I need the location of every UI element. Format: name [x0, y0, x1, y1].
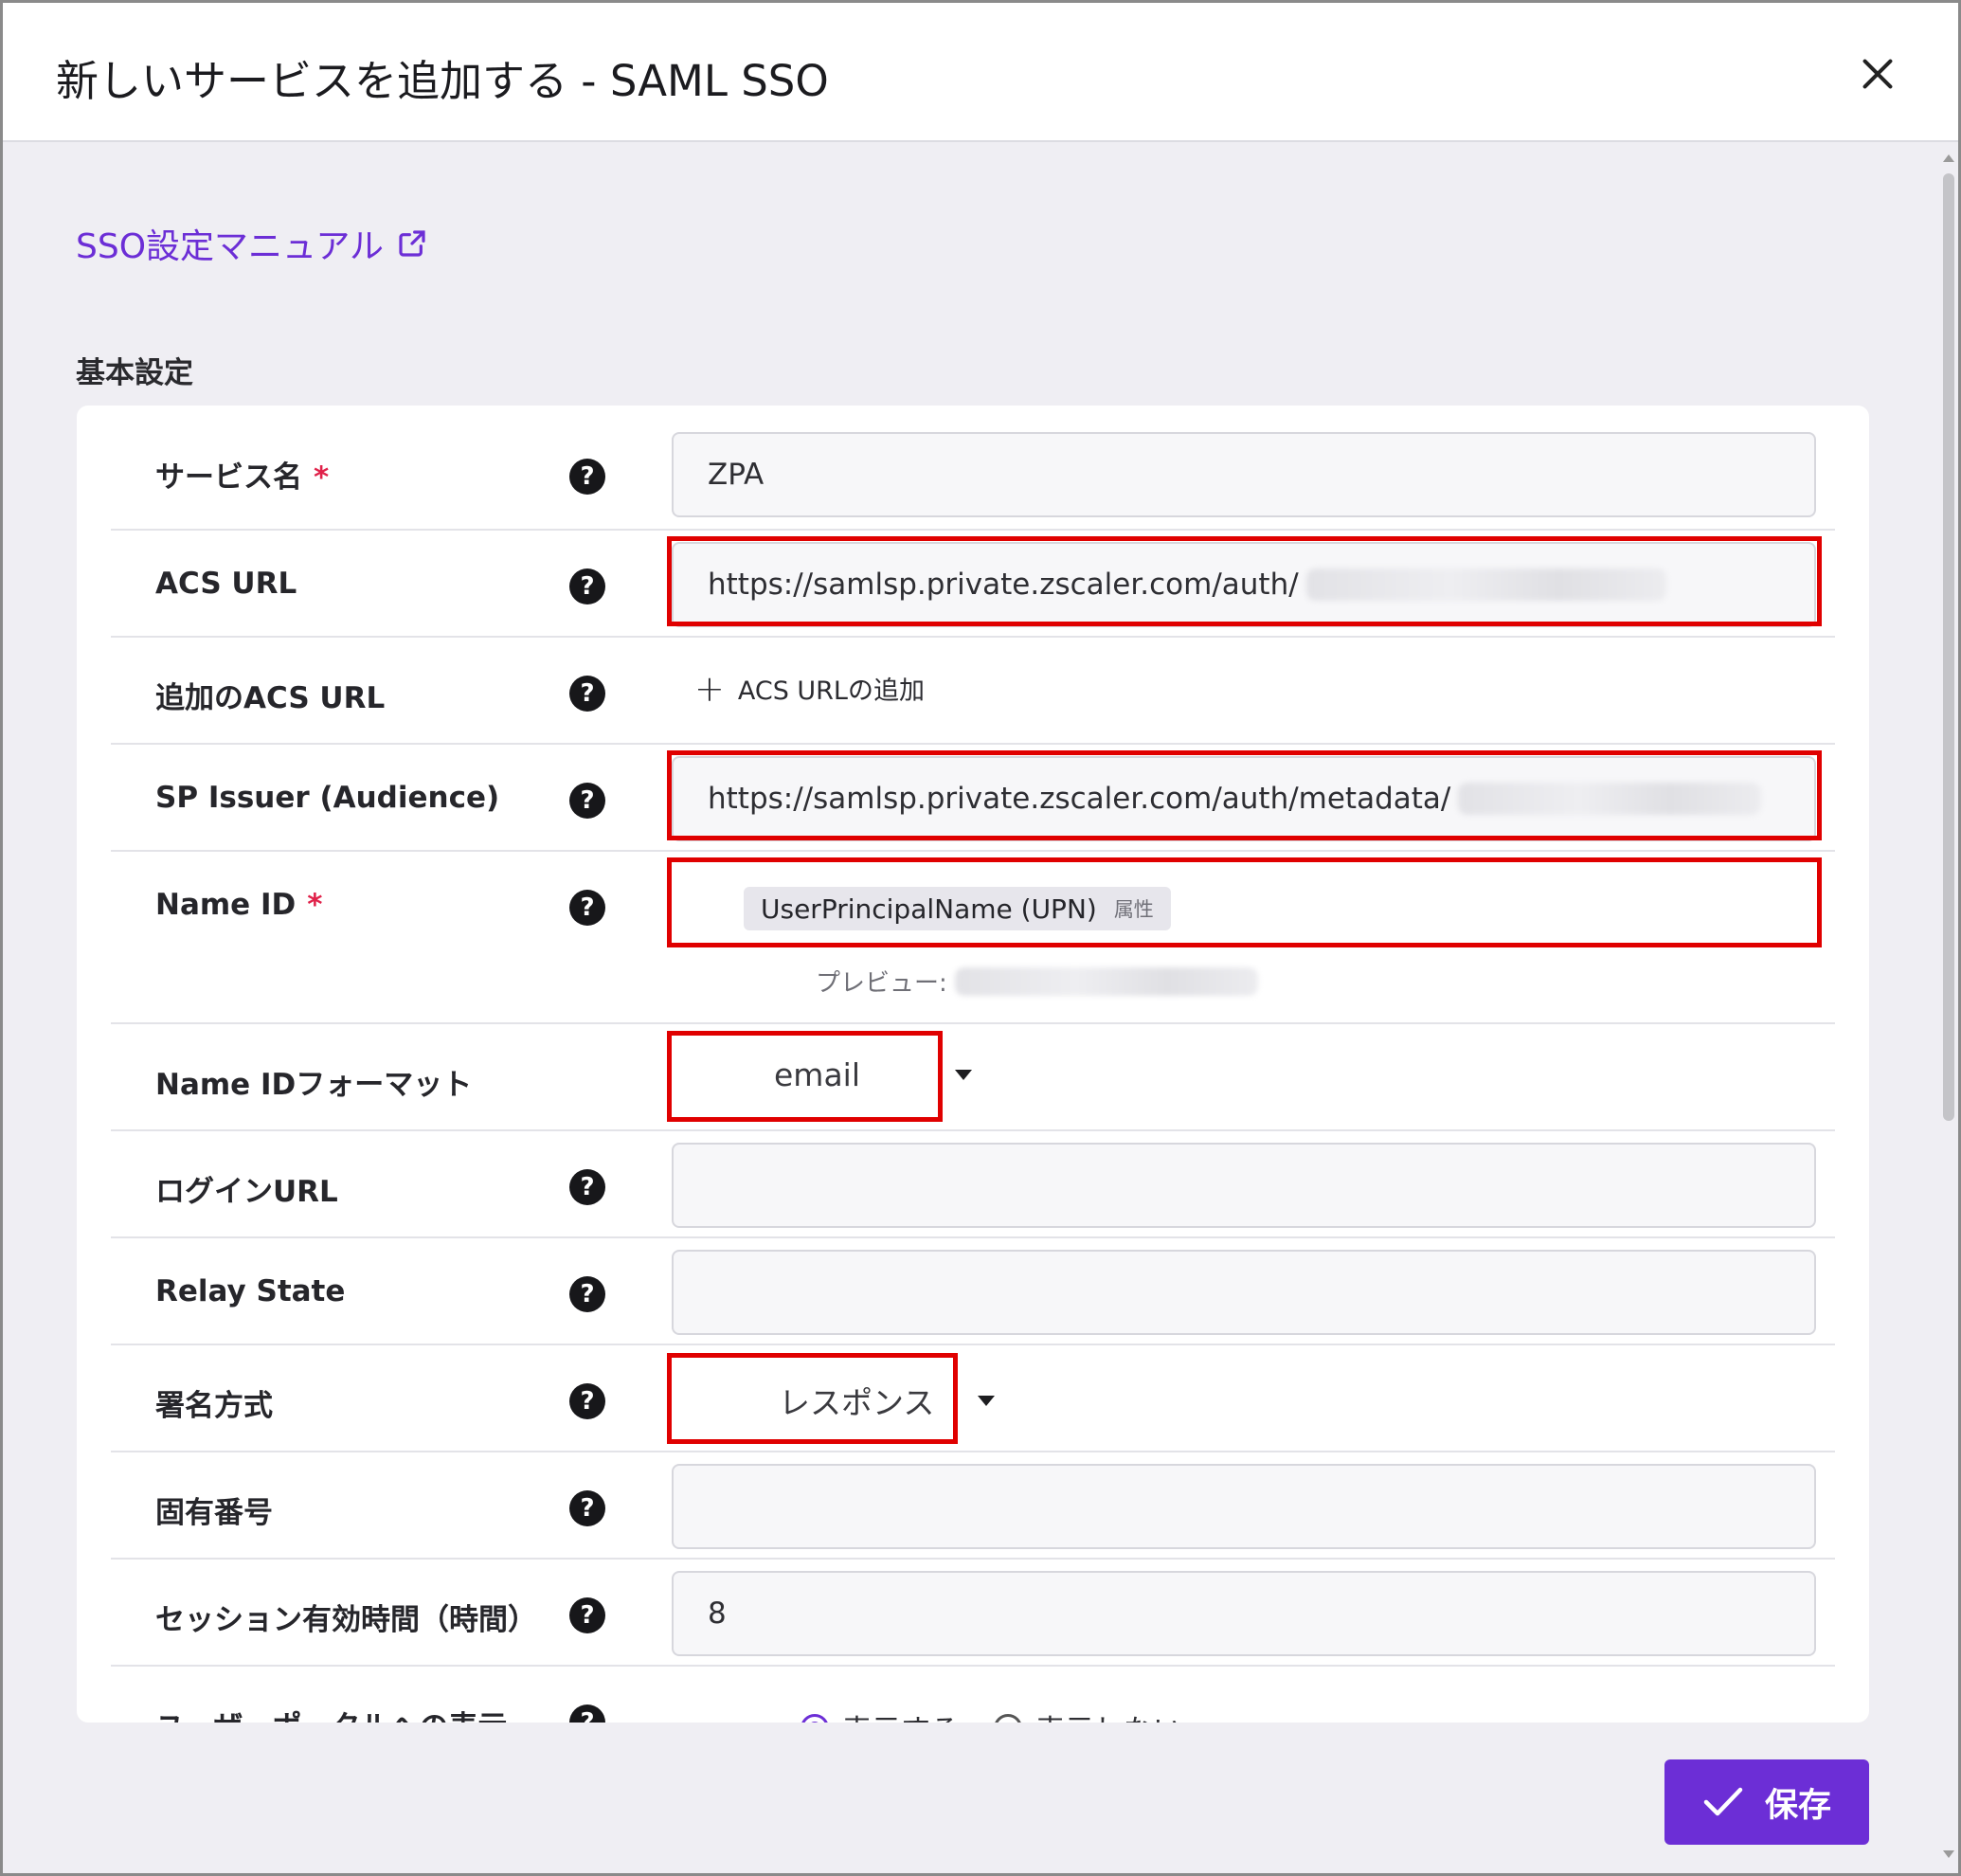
preview-label: プレビュー: — [816, 969, 947, 998]
required-marker: * — [314, 460, 330, 495]
login-url-input[interactable] — [672, 1143, 1816, 1228]
scroll-thumb[interactable] — [1943, 173, 1954, 1121]
help-icon[interactable]: ? — [569, 1169, 605, 1205]
row-sp-issuer: SP Issuer (Audience) ? https://samlsp.pr… — [111, 745, 1835, 852]
redacted-value — [1458, 783, 1762, 815]
radio-show-label: 表示する — [842, 1706, 960, 1723]
portal-display-radio-group: 表示する 表示しない — [801, 1706, 1203, 1723]
chip-tag: 属性 — [1113, 898, 1154, 921]
sp-issuer-input[interactable]: https://samlsp.private.zscaler.com/auth/… — [672, 756, 1816, 841]
service-name-label: サービス名 * — [155, 460, 330, 495]
add-service-dialog: 新しいサービスを追加する - SAML SSO SSO設定マニュアル 基本設定 … — [0, 0, 1961, 1876]
acs-url-value: https://samlsp.private.zscaler.com/auth/ — [708, 568, 1299, 602]
session-duration-label: セッション有効時間（時間） — [155, 1603, 537, 1637]
redacted-value — [1305, 568, 1666, 601]
login-url-label: ログインURL — [155, 1175, 338, 1209]
row-additional-acs: 追加のACS URL ? + ACS URLの追加 — [111, 638, 1835, 745]
help-icon[interactable]: ? — [569, 1490, 605, 1526]
chip-label: UserPrincipalName (UPN) — [761, 893, 1097, 925]
name-id-attribute-chip[interactable]: UserPrincipalName (UPN) 属性 — [744, 887, 1171, 930]
radio-show[interactable] — [801, 1713, 829, 1723]
settings-card: サービス名 * ? ZPA ACS URL ? https://samlsp.pr… — [77, 406, 1869, 1723]
help-icon[interactable]: ? — [569, 568, 605, 604]
help-icon[interactable]: ? — [569, 459, 605, 495]
row-name-id: Name ID * ? UserPrincipalName (UPN) 属性 プレ… — [111, 852, 1835, 1024]
add-acs-url-button[interactable]: + ACS URLの追加 — [694, 670, 925, 707]
row-acs-url: ACS URL ? https://samlsp.private.zscaler… — [111, 531, 1835, 638]
select-value: email — [774, 1056, 861, 1093]
name-id-format-select[interactable]: email — [774, 1056, 973, 1093]
select-value: レスポンス — [779, 1384, 935, 1421]
help-icon[interactable]: ? — [569, 890, 605, 926]
relay-state-input[interactable] — [672, 1250, 1816, 1335]
session-duration-input[interactable]: 8 — [672, 1571, 1816, 1656]
scroll-up-arrow-icon[interactable] — [1943, 154, 1954, 162]
redacted-value — [954, 966, 1258, 996]
row-session-duration: セッション有効時間（時間） ? 8 — [111, 1560, 1835, 1667]
additional-acs-label: 追加のACS URL — [155, 681, 386, 715]
acs-url-input[interactable]: https://samlsp.private.zscaler.com/auth/ — [672, 542, 1816, 627]
name-id-label: Name ID * — [155, 888, 323, 922]
add-acs-url-label: ACS URLの追加 — [737, 676, 925, 706]
sp-issuer-label: SP Issuer (Audience) — [155, 781, 500, 815]
radio-hide[interactable] — [994, 1713, 1022, 1723]
row-login-url: ログインURL ? — [111, 1131, 1835, 1238]
row-relay-state: Relay State ? — [111, 1238, 1835, 1345]
required-marker: * — [307, 888, 323, 922]
help-icon[interactable]: ? — [569, 1276, 605, 1312]
sso-manual-link[interactable]: SSO設定マニュアル — [76, 219, 427, 268]
save-button[interactable]: 保存 — [1664, 1759, 1869, 1845]
dialog-title: 新しいサービスを追加する - SAML SSO — [56, 56, 829, 106]
name-id-preview: プレビュー: — [816, 964, 1258, 999]
unique-number-label: 固有番号 — [155, 1496, 273, 1530]
chevron-down-icon — [955, 1070, 973, 1080]
help-icon[interactable]: ? — [569, 1597, 605, 1633]
check-icon — [1703, 1787, 1743, 1816]
help-icon[interactable]: ? — [569, 1383, 605, 1419]
sso-manual-link-label: SSO設定マニュアル — [76, 227, 384, 266]
scrollbar[interactable] — [1939, 145, 1958, 1873]
section-title-basic: 基本設定 — [76, 356, 193, 390]
signature-label: 署名方式 — [155, 1389, 273, 1423]
portal-display-label: ユーザーポータルへの表示 — [155, 1703, 507, 1723]
unique-number-input[interactable] — [672, 1464, 1816, 1549]
help-icon[interactable]: ? — [569, 783, 605, 819]
row-portal-display: ユーザーポータルへの表示 ? 表示する 表示しない — [111, 1667, 1835, 1723]
relay-state-label: Relay State — [155, 1274, 346, 1308]
row-signature: 署名方式 ? レスポンス — [111, 1345, 1835, 1452]
name-id-format-label: Name IDフォーマット — [155, 1068, 473, 1102]
external-link-icon — [399, 230, 425, 257]
scroll-down-arrow-icon[interactable] — [1943, 1850, 1954, 1858]
sp-issuer-value: https://samlsp.private.zscaler.com/auth/… — [708, 782, 1451, 816]
help-icon[interactable]: ? — [569, 676, 605, 712]
acs-url-label: ACS URL — [155, 567, 297, 601]
row-unique-number: 固有番号 ? — [111, 1452, 1835, 1560]
plus-icon: + — [694, 667, 725, 710]
signature-select[interactable]: レスポンス — [779, 1378, 996, 1423]
row-service-name: サービス名 * ? ZPA — [111, 406, 1835, 531]
save-button-label: 保存 — [1764, 1786, 1831, 1825]
dialog-header: 新しいサービスを追加する - SAML SSO — [3, 3, 1958, 142]
radio-hide-label: 表示しない — [1035, 1706, 1182, 1723]
row-name-id-format: Name IDフォーマット email — [111, 1024, 1835, 1131]
chevron-down-icon — [978, 1395, 996, 1406]
service-name-input[interactable]: ZPA — [672, 432, 1816, 517]
close-icon[interactable] — [1848, 45, 1907, 103]
help-icon[interactable]: ? — [569, 1705, 605, 1723]
